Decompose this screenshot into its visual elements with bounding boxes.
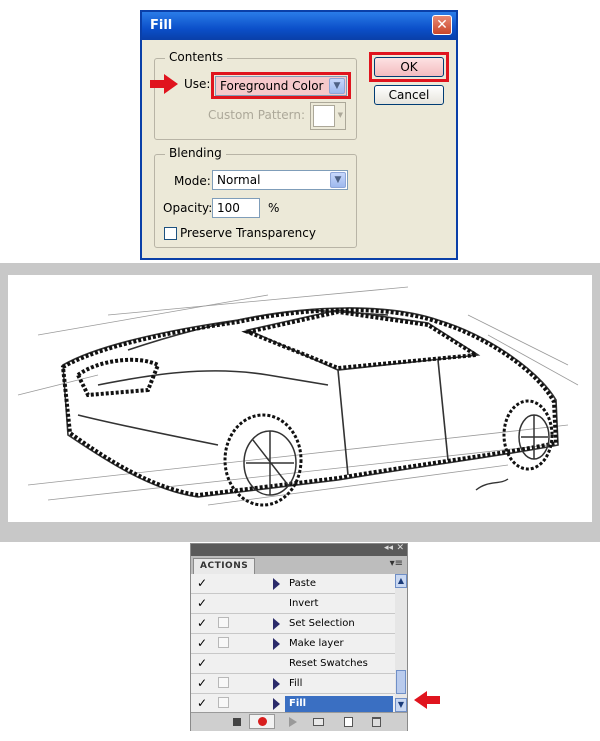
actions-panel: ◂◂ ✕ ACTIONS ▾≡ ✓ Paste ✓ Invert ✓ Set S… [190, 543, 408, 731]
action-row[interactable]: ✓ Paste [191, 574, 395, 594]
dialog-toggle[interactable] [218, 697, 229, 708]
check-icon[interactable]: ✓ [197, 617, 209, 629]
car-sketch-canvas [8, 275, 592, 522]
expand-triangle-icon[interactable] [273, 578, 280, 590]
action-name[interactable]: Fill [285, 676, 393, 692]
mode-dropdown-value: Normal [217, 173, 261, 187]
check-icon[interactable]: ✓ [197, 677, 209, 689]
panel-top-bar[interactable]: ◂◂ ✕ [191, 543, 407, 556]
close-icon: ✕ [436, 17, 448, 33]
expand-triangle-icon[interactable] [273, 618, 280, 630]
action-row[interactable]: ✓ Reset Swatches [191, 654, 395, 674]
opacity-unit: % [268, 201, 280, 215]
cancel-button[interactable]: Cancel [374, 85, 444, 105]
close-panel-icon[interactable]: ✕ [396, 543, 404, 553]
blending-group: Blending Mode: Normal ▼ Opacity: 100 % P… [154, 146, 357, 248]
actions-list: ✓ Paste ✓ Invert ✓ Set Selection ✓ Make … [191, 574, 395, 712]
chevron-down-icon: ▼ [329, 78, 345, 94]
scroll-up-icon[interactable]: ▲ [395, 574, 407, 588]
expand-triangle-icon[interactable] [273, 698, 280, 710]
dialog-toggle[interactable] [218, 637, 229, 648]
dialog-toggle[interactable] [218, 677, 229, 688]
folder-icon[interactable] [313, 716, 325, 728]
expand-triangle-icon[interactable] [273, 638, 280, 650]
new-action-icon[interactable] [344, 716, 356, 728]
action-name[interactable]: Reset Swatches [285, 656, 393, 672]
dialog-title: Fill [150, 18, 173, 33]
scroll-down-icon[interactable]: ▼ [395, 698, 407, 712]
trash-icon[interactable] [372, 716, 384, 728]
chevron-down-icon: ▼ [330, 172, 346, 188]
use-label: Use: [184, 77, 211, 91]
action-row[interactable]: ✓ Invert [191, 594, 395, 614]
action-row[interactable]: ✓ Make layer [191, 634, 395, 654]
collapse-icon[interactable]: ◂◂ [384, 543, 393, 553]
arrow-left-annotation [414, 691, 440, 709]
car-sketch-image [17, 286, 579, 507]
record-icon [258, 717, 267, 726]
opacity-label: Opacity: [163, 201, 213, 215]
action-name[interactable]: Make layer [285, 636, 393, 652]
play-icon[interactable] [289, 716, 301, 728]
custom-pattern-label: Custom Pattern: [208, 108, 306, 122]
contents-group-label: Contents [165, 50, 227, 64]
stop-icon[interactable] [231, 716, 243, 728]
check-icon[interactable]: ✓ [197, 657, 209, 669]
record-button[interactable] [249, 714, 275, 729]
mode-dropdown[interactable]: Normal ▼ [212, 170, 348, 190]
contents-group: Contents Use: Foreground Color ▼ Custom … [154, 50, 357, 140]
actions-header: ACTIONS ▾≡ [191, 556, 407, 575]
use-dropdown[interactable]: Foreground Color ▼ [215, 76, 347, 96]
action-name[interactable]: Paste [285, 576, 393, 592]
action-row[interactable]: ✓ Set Selection [191, 614, 395, 634]
mode-label: Mode: [174, 174, 211, 188]
check-icon[interactable]: ✓ [197, 597, 209, 609]
action-name[interactable]: Invert [285, 596, 393, 612]
opacity-input[interactable]: 100 [212, 198, 260, 218]
dialog-toggle[interactable] [218, 617, 229, 628]
chevron-down-icon: ▼ [337, 111, 343, 119]
custom-pattern-picker: ▼ [310, 102, 346, 130]
panel-menu-icon[interactable]: ▾≡ [390, 558, 403, 569]
actions-toolbar [191, 712, 407, 731]
expand-triangle-icon[interactable] [273, 678, 280, 690]
action-row[interactable]: ✓ Fill [191, 674, 395, 694]
scroll-thumb[interactable] [396, 670, 406, 694]
fill-dialog: Fill ✕ Contents Use: Foreground Color ▼ … [140, 10, 458, 260]
actions-tab[interactable]: ACTIONS [193, 558, 256, 575]
use-dropdown-value: Foreground Color [220, 79, 324, 93]
action-name[interactable]: Set Selection [285, 616, 393, 632]
action-name[interactable]: Fill [285, 696, 393, 712]
actions-scrollbar[interactable]: ▲ ▼ [395, 574, 407, 712]
action-row-selected[interactable]: ✓ Fill [191, 694, 395, 712]
ok-button[interactable]: OK [374, 57, 444, 77]
close-button[interactable]: ✕ [432, 15, 452, 35]
preserve-transparency-checkbox[interactable] [164, 227, 177, 240]
arrow-right-annotation [150, 74, 178, 94]
check-icon[interactable]: ✓ [197, 577, 209, 589]
title-bar[interactable]: Fill ✕ [142, 12, 456, 40]
blending-group-label: Blending [165, 146, 226, 160]
check-icon[interactable]: ✓ [197, 637, 209, 649]
preserve-transparency-label: Preserve Transparency [180, 226, 316, 240]
check-icon[interactable]: ✓ [197, 697, 209, 709]
